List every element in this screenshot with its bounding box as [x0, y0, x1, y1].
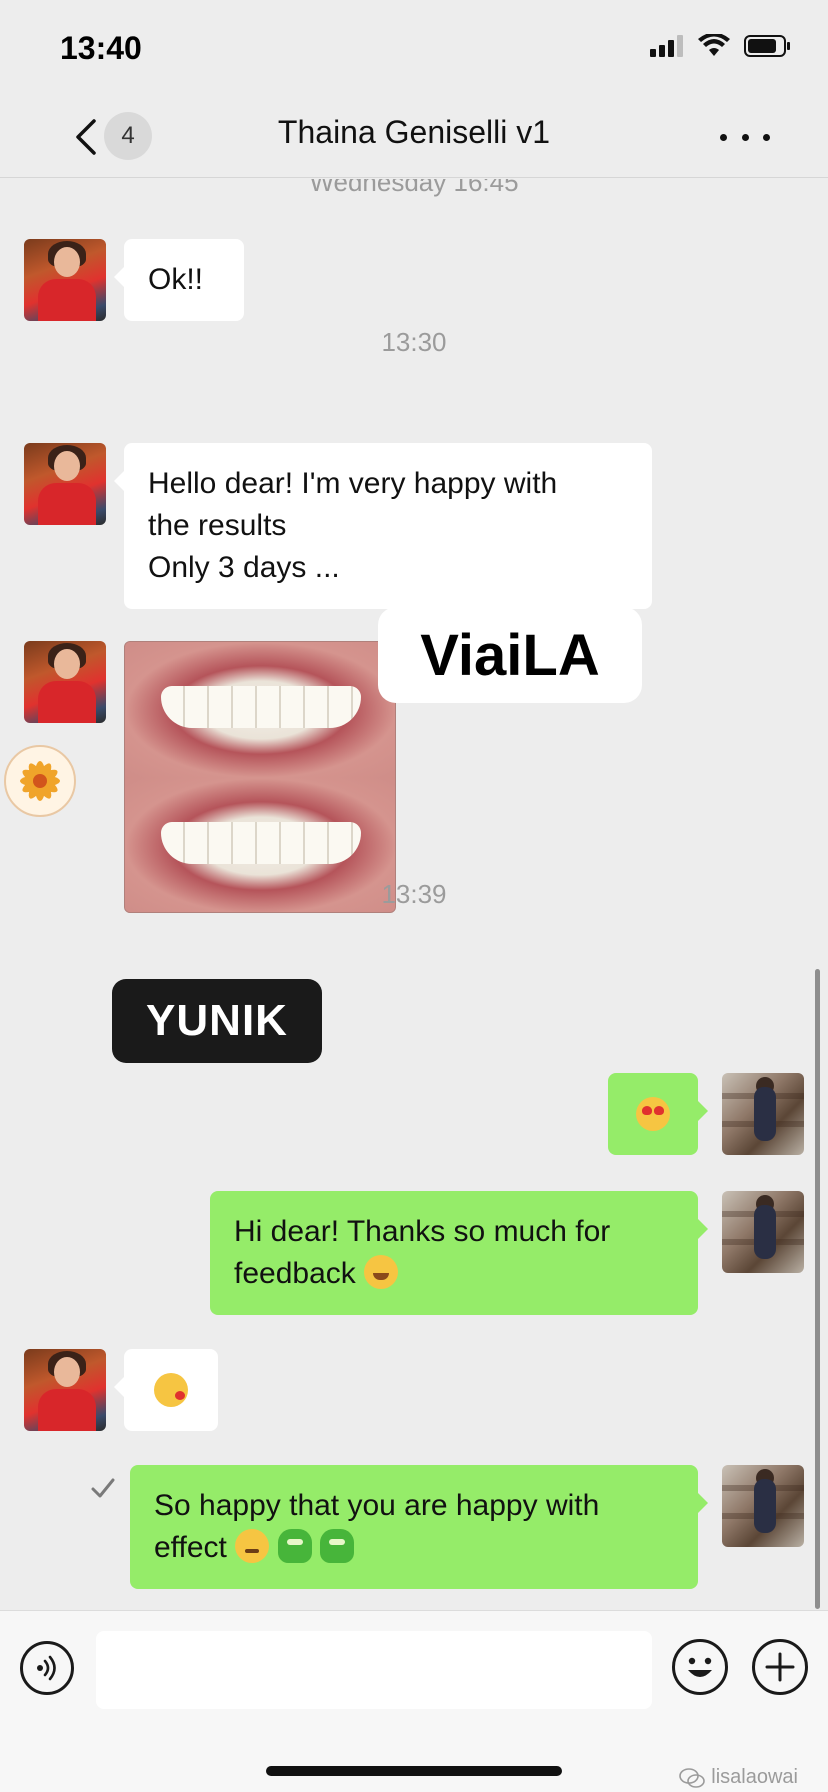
- cellular-signal-icon: [650, 35, 683, 57]
- more-dot-icon: [741, 133, 749, 141]
- contact-avatar[interactable]: [24, 239, 106, 321]
- smirk-emoji-icon: [235, 1529, 270, 1563]
- battery-icon: [744, 35, 790, 57]
- timestamp: 13:39: [381, 879, 447, 909]
- message-input[interactable]: [96, 1631, 652, 1709]
- wifi-icon: [698, 34, 730, 56]
- watermark: lisalaowai: [679, 1766, 798, 1789]
- contact-avatar[interactable]: [24, 641, 106, 723]
- hugging-face-emoji-icon: [364, 1255, 399, 1289]
- emoji-picker-button[interactable]: [672, 1639, 728, 1695]
- more-dot-icon: [720, 133, 727, 141]
- status-bar: 13:40: [0, 0, 828, 100]
- voice-wave-icon: [37, 1655, 56, 1681]
- chat-message-list[interactable]: Wednesday 16:45 Ok!! 13:30 Hello dear! I…: [0, 179, 828, 1611]
- teeth-photo[interactable]: [124, 641, 396, 913]
- home-indicator[interactable]: [266, 1766, 562, 1776]
- my-avatar[interactable]: [722, 1465, 804, 1547]
- message-text: feedback: [234, 1257, 356, 1290]
- chat-header: 4 Thaina Geniselli v1: [0, 100, 828, 178]
- voice-input-button[interactable]: [20, 1641, 74, 1695]
- kiss-emoji-icon: [154, 1373, 188, 1407]
- sent-check-icon: [91, 1478, 115, 1498]
- status-time: 13:40: [60, 30, 142, 66]
- message-text: Ok!!: [148, 263, 204, 296]
- more-attachments-button[interactable]: [752, 1639, 808, 1695]
- heart-eyes-emoji-icon: [636, 1097, 670, 1131]
- more-dot-icon: [763, 133, 770, 141]
- plus-icon: [765, 1652, 795, 1682]
- more-options-button[interactable]: [720, 122, 770, 152]
- message-bubble-incoming[interactable]: Hello dear! I'm very happy with the resu…: [114, 443, 652, 609]
- my-avatar[interactable]: [722, 1191, 804, 1273]
- message-bubble-outgoing[interactable]: So happy that you are happy with effect: [130, 1465, 708, 1589]
- wechat-logo-icon: [679, 1767, 706, 1788]
- bot-emoji-icon: [319, 1529, 354, 1563]
- message-bubble-incoming[interactable]: Ok!!: [114, 239, 244, 321]
- message-text: Hello dear! I'm very happy with: [148, 467, 558, 500]
- watermark-text: lisalaowai: [711, 1766, 798, 1788]
- message-text: the results: [148, 509, 287, 542]
- message-text: Only 3 days ...: [148, 551, 340, 584]
- chat-title: Thaina Geniselli v1: [277, 114, 551, 150]
- message-bubble-incoming[interactable]: [114, 1349, 218, 1431]
- contact-avatar[interactable]: [24, 1349, 106, 1431]
- timestamp: Wednesday 16:45: [309, 179, 519, 197]
- bot-emoji-icon: [277, 1529, 312, 1563]
- status-icons: [650, 34, 792, 58]
- message-text: Hi dear! Thanks so much for: [234, 1215, 611, 1248]
- photo-top-half: [125, 642, 395, 778]
- my-avatar[interactable]: [722, 1073, 804, 1155]
- viaila-label-overlay: ViaiLA: [378, 607, 642, 703]
- message-text: So happy that you are happy with: [154, 1489, 600, 1522]
- chat-scrollbar[interactable]: [815, 969, 820, 1609]
- message-text: effect: [154, 1531, 227, 1564]
- flower-logo-icon: [4, 745, 76, 817]
- yunik-label-overlay: YUNIK: [112, 979, 322, 1063]
- timestamp: 13:30: [381, 327, 447, 357]
- message-bubble-outgoing[interactable]: Hi dear! Thanks so much for feedback: [210, 1191, 708, 1315]
- smiley-icon: [688, 1657, 712, 1677]
- contact-avatar[interactable]: [24, 443, 106, 525]
- input-bar: [0, 1610, 828, 1792]
- message-bubble-outgoing[interactable]: [608, 1073, 708, 1155]
